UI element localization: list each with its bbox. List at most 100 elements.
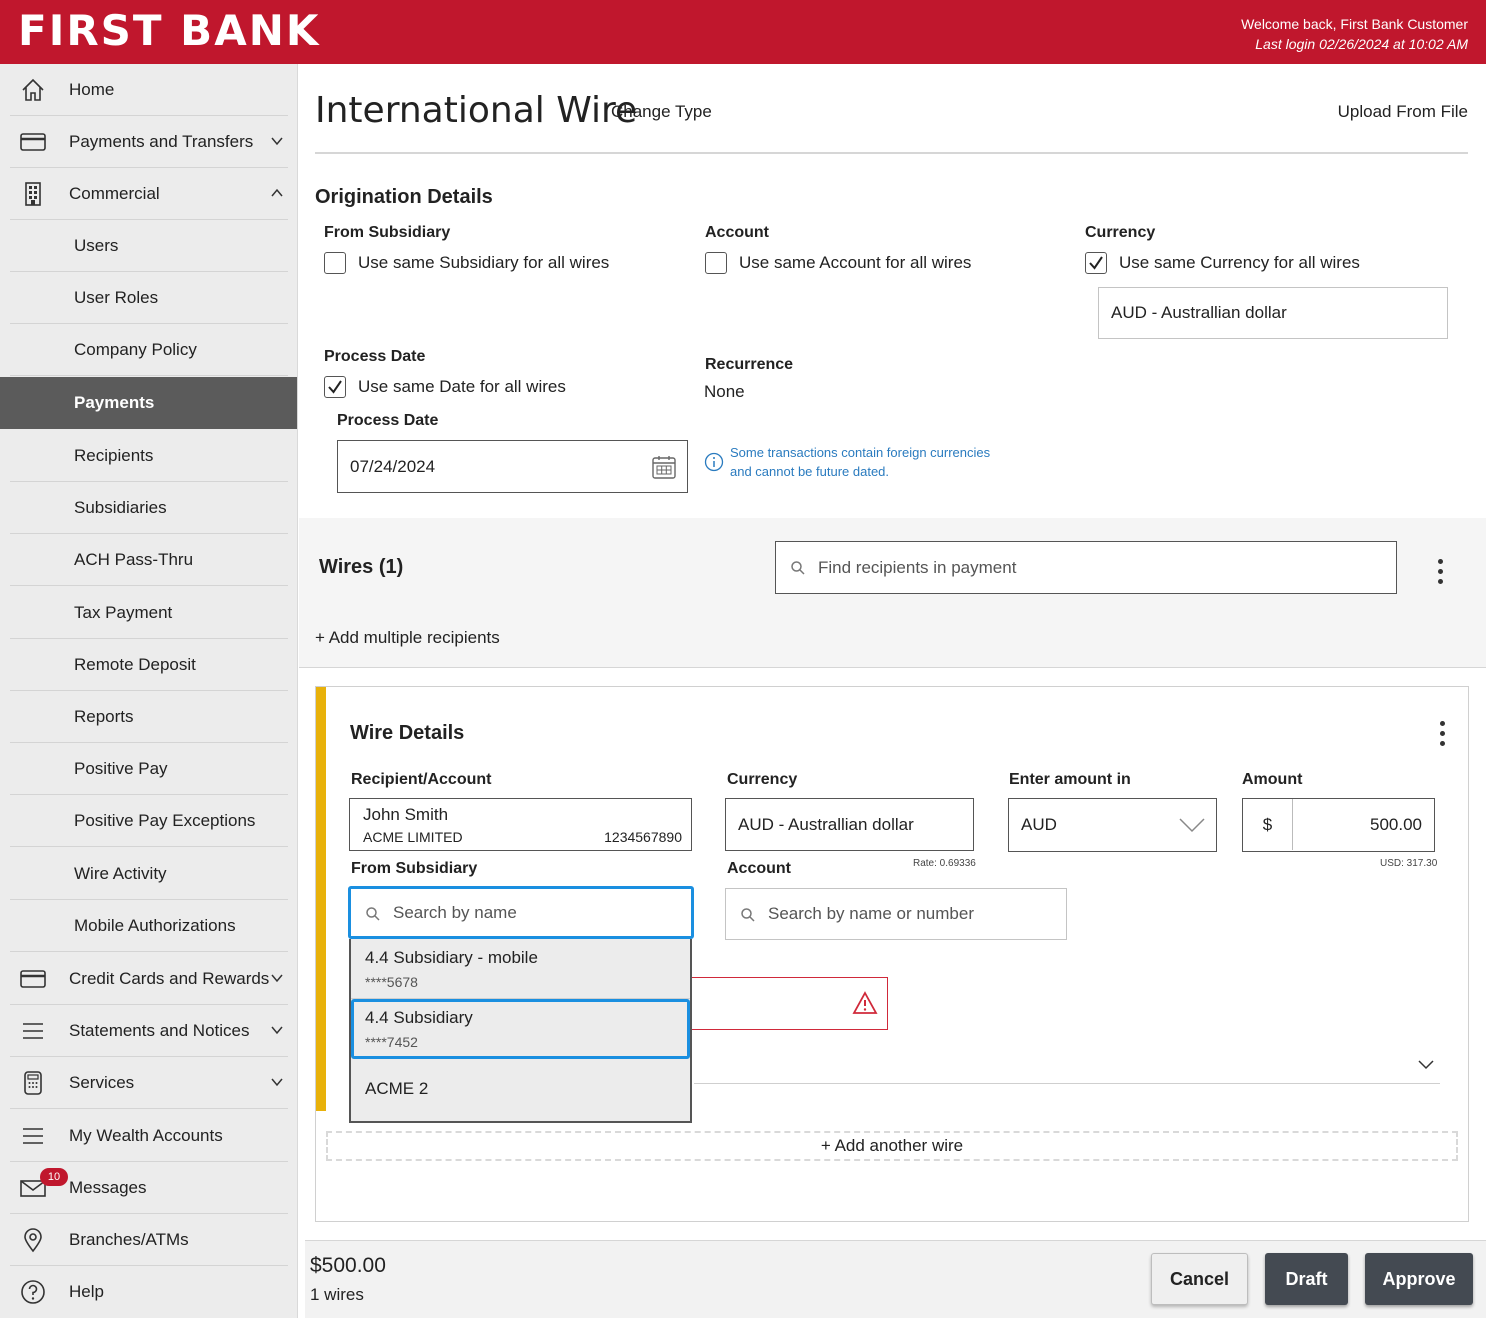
- option-name: 4.4 Subsidiary - mobile: [365, 948, 538, 967]
- wires-section: Wires (1) Find recipients in payment + A…: [299, 518, 1486, 668]
- sidebar-item-commercial[interactable]: Commercial: [10, 168, 288, 220]
- sidebar-item-positive-pay-exceptions[interactable]: Positive Pay Exceptions: [10, 795, 288, 847]
- same-date-checkbox-row[interactable]: Use same Date for all wires: [324, 376, 566, 398]
- draft-button[interactable]: Draft: [1265, 1253, 1348, 1305]
- calendar-icon[interactable]: [651, 454, 677, 480]
- sidebar-item-label: Statements and Notices: [69, 1020, 250, 1040]
- dropdown-option-selected[interactable]: 4.4 Subsidiary ****7452: [351, 999, 690, 1059]
- sidebar-item-statements[interactable]: Statements and Notices: [10, 1005, 288, 1057]
- same-account-checkbox[interactable]: [705, 252, 727, 274]
- sidebar-item-recipients[interactable]: Recipients: [10, 430, 288, 482]
- help-icon: [21, 1280, 45, 1304]
- enter-amount-in-value: AUD: [1021, 815, 1057, 834]
- sidebar-item-label: ACH Pass-Thru: [74, 549, 194, 569]
- from-subsidiary-label: From Subsidiary: [324, 224, 451, 241]
- same-date-checkbox[interactable]: [324, 376, 346, 398]
- amount-field[interactable]: $ 500.00: [1242, 798, 1435, 852]
- foreign-currency-info: Some transactions contain foreign curren…: [730, 443, 990, 481]
- find-recipients-input[interactable]: Find recipients in payment: [775, 541, 1397, 594]
- sidebar-item-payments-and-transfers[interactable]: Payments and Transfers: [10, 116, 288, 168]
- error-field[interactable]: [660, 977, 888, 1030]
- sidebar-item-company-policy[interactable]: Company Policy: [10, 324, 288, 376]
- sidebar-item-label: Wire Activity: [74, 863, 167, 883]
- sidebar-item-ach-pass-thru[interactable]: ACH Pass-Thru: [10, 534, 288, 586]
- enter-amount-in-select[interactable]: AUD: [1008, 798, 1217, 852]
- dropdown-option[interactable]: ACME 2: [351, 1059, 690, 1121]
- same-currency-checkbox-row[interactable]: Use same Currency for all wires: [1085, 252, 1360, 274]
- wire-currency-value: AUD - Australlian dollar: [738, 814, 914, 834]
- currency-symbol: $: [1243, 799, 1293, 850]
- sidebar-item-credit-cards[interactable]: Credit Cards and Rewards: [10, 953, 288, 1005]
- wire-from-subsidiary-label: From Subsidiary: [351, 860, 478, 877]
- process-date-input[interactable]: 07/24/2024: [337, 440, 688, 493]
- chevron-down-icon: [271, 137, 283, 146]
- info-icon: [704, 452, 724, 472]
- amount-label: Amount: [1242, 771, 1303, 788]
- change-type-link[interactable]: Change Type: [611, 102, 712, 122]
- sidebar-item-user-roles[interactable]: User Roles: [10, 272, 288, 324]
- option-number: ****7452: [365, 1034, 418, 1050]
- sidebar-item-subsidiaries[interactable]: Subsidiaries: [10, 482, 288, 534]
- subsidiary-search-input[interactable]: Search by name: [348, 886, 694, 939]
- same-subsidiary-checkbox-row[interactable]: Use same Subsidiary for all wires: [324, 252, 609, 274]
- total-amount: $500.00: [310, 1254, 386, 1277]
- calculator-icon: [24, 1071, 42, 1095]
- approve-button[interactable]: Approve: [1365, 1253, 1473, 1305]
- brand-logo[interactable]: FIRST BANK: [18, 6, 320, 55]
- subsidiary-dropdown: 4.4 Subsidiary - mobile ****5678 4.4 Sub…: [349, 939, 692, 1123]
- sidebar-item-my-wealth-accounts[interactable]: My Wealth Accounts: [10, 1110, 288, 1162]
- add-another-wire-button[interactable]: + Add another wire: [326, 1131, 1458, 1161]
- sidebar-item-label: Positive Pay: [74, 758, 168, 778]
- recipient-account-field[interactable]: John Smith ACME LIMITED 1234567890: [349, 798, 692, 851]
- sidebar-item-positive-pay[interactable]: Positive Pay: [10, 743, 288, 795]
- sidebar-item-label: Users: [74, 235, 119, 255]
- same-account-checkbox-row[interactable]: Use same Account for all wires: [705, 252, 971, 274]
- wire-currency-field[interactable]: AUD - Australlian dollar: [725, 798, 974, 851]
- wires-title: Wires (1): [319, 556, 404, 578]
- recurrence-value: None: [704, 382, 745, 401]
- sidebar-item-label: Help: [69, 1282, 104, 1301]
- cancel-button[interactable]: Cancel: [1151, 1253, 1248, 1305]
- sidebar-item-branches-atms[interactable]: Branches/ATMs: [10, 1214, 288, 1266]
- process-date-label: Process Date: [324, 348, 426, 365]
- usd-equivalent: USD: 317.30: [1380, 858, 1438, 869]
- sidebar-item-messages[interactable]: 10 Messages: [10, 1162, 288, 1214]
- wire-details-title: Wire Details: [350, 722, 465, 744]
- enter-amount-in-label: Enter amount in: [1009, 771, 1131, 788]
- building-icon: [25, 182, 41, 206]
- wire-more-options-icon[interactable]: [1439, 721, 1447, 749]
- option-number: ****5678: [365, 974, 418, 990]
- same-date-label: Use same Date for all wires: [358, 377, 566, 396]
- origination-details-title: Origination Details: [315, 186, 493, 208]
- same-currency-label: Use same Currency for all wires: [1119, 253, 1360, 272]
- sidebar-item-label: Payments: [74, 393, 155, 412]
- add-multiple-recipients-link[interactable]: + Add multiple recipients: [315, 628, 500, 648]
- expand-chevron-icon[interactable]: [1417, 1058, 1435, 1072]
- option-name: 4.4 Subsidiary: [365, 1008, 473, 1027]
- same-currency-checkbox[interactable]: [1085, 252, 1107, 274]
- currency-select[interactable]: AUD - Australlian dollar: [1098, 287, 1448, 339]
- sidebar-item-label: Branches/ATMs: [69, 1229, 189, 1249]
- sidebar-item-label: Subsidiaries: [74, 497, 167, 517]
- sidebar-item-payments[interactable]: Payments: [0, 377, 297, 429]
- sidebar-item-help[interactable]: Help: [10, 1266, 288, 1318]
- sidebar-item-services[interactable]: Services: [10, 1057, 288, 1109]
- sidebar-item-mobile-authorizations[interactable]: Mobile Authorizations: [10, 900, 288, 952]
- sidebar-item-users[interactable]: Users: [10, 220, 288, 272]
- search-icon: [741, 908, 755, 922]
- sidebar-item-wire-activity[interactable]: Wire Activity: [10, 848, 288, 900]
- sidebar-item-remote-deposit[interactable]: Remote Deposit: [10, 639, 288, 691]
- same-subsidiary-checkbox[interactable]: [324, 252, 346, 274]
- dropdown-option[interactable]: 4.4 Subsidiary - mobile ****5678: [351, 939, 690, 999]
- account-search-input[interactable]: Search by name or number: [725, 888, 1067, 940]
- upload-from-file-link[interactable]: Upload From File: [1338, 102, 1468, 122]
- sidebar-item-label: Credit Cards and Rewards: [69, 968, 270, 988]
- sidebar-item-label: Remote Deposit: [74, 654, 196, 674]
- sidebar-item-label: Home: [69, 79, 115, 99]
- sidebar-item-reports[interactable]: Reports: [10, 691, 288, 743]
- wires-more-options-icon[interactable]: [1437, 559, 1445, 587]
- sidebar-item-tax-payment[interactable]: Tax Payment: [10, 587, 288, 639]
- sidebar-item-home[interactable]: Home: [10, 64, 288, 116]
- sidebar-item-label: Messages: [69, 1177, 147, 1197]
- card-icon: [20, 970, 46, 988]
